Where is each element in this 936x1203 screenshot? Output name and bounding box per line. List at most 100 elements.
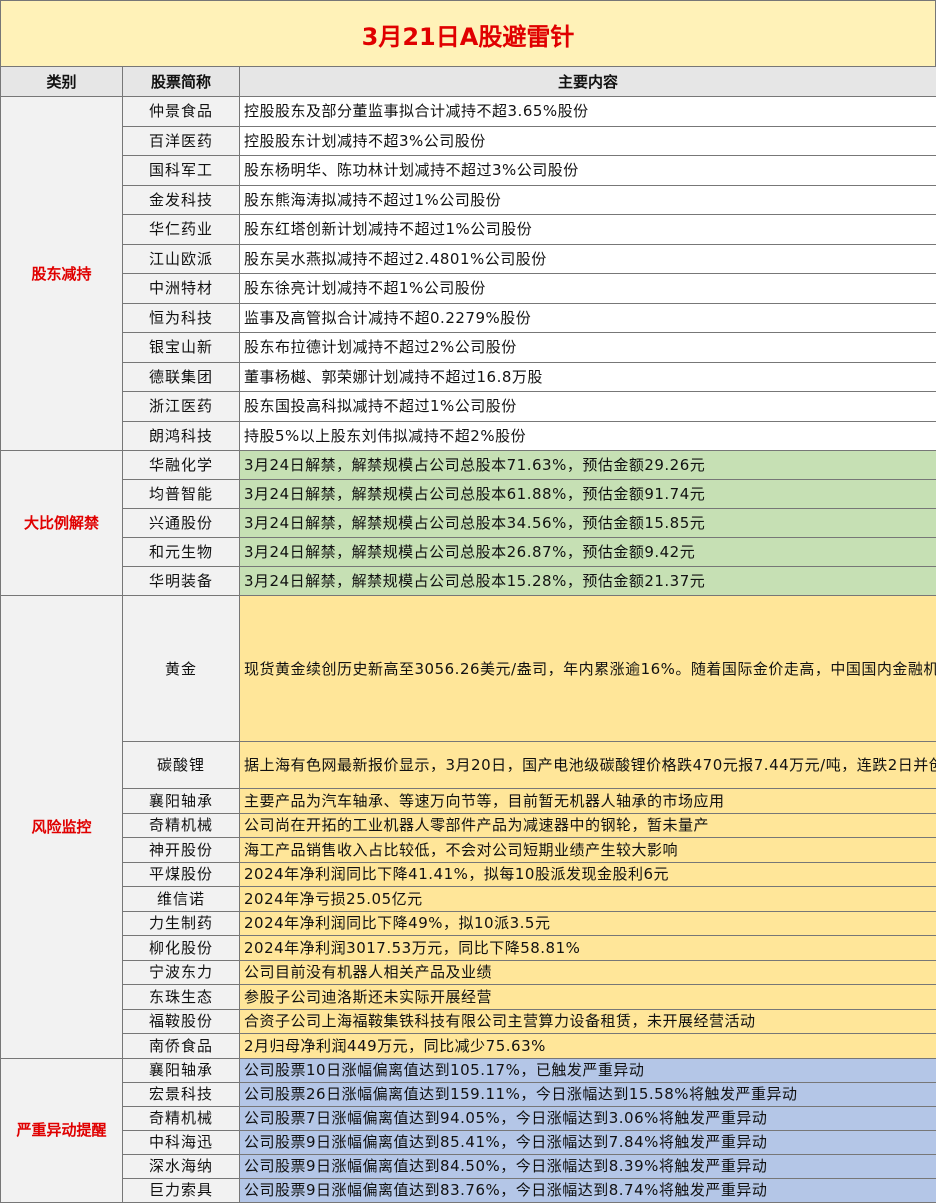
content-cell: 股东布拉德计划减持不超过2%公司股份: [240, 333, 936, 363]
stock-name-cell: 维信诺: [123, 887, 240, 912]
stock-name-cell: 朗鸿科技: [123, 421, 240, 451]
stock-name-cell: 襄阳轴承: [123, 789, 240, 814]
table-row: 德联集团董事杨樾、郭荣娜计划减持不超过16.8万股: [1, 362, 936, 392]
table-row: 风险监控黄金现货黄金续创历史新高至3056.26美元/盎司，年内累涨逾16%。随…: [1, 596, 936, 742]
content-cell: 2024年净利润3017.53万元，同比下降58.81%: [240, 936, 936, 961]
stock-name-cell: 巨力索具: [123, 1178, 240, 1202]
stock-name-cell: 浙江医药: [123, 392, 240, 422]
category-cell: 大比例解禁: [1, 451, 123, 596]
category-cell: 股东减持: [1, 97, 123, 451]
stock-table: 类别 股票简称 主要内容 股东减持仲景食品控股股东及部分董监事拟合计减持不超3.…: [0, 66, 936, 1203]
content-cell: 合资子公司上海福鞍集铁科技有限公司主营算力设备租赁，未开展经营活动: [240, 1009, 936, 1034]
table-row: 浙江医药股东国投高科拟减持不超过1%公司股份: [1, 392, 936, 422]
content-cell: 持股5%以上股东刘伟拟减持不超2%股份: [240, 421, 936, 451]
table-row: 南侨食品2月归母净利润449万元，同比减少75.63%: [1, 1034, 936, 1059]
stock-name-cell: 兴通股份: [123, 509, 240, 538]
content-cell: 2024年净利润同比下降41.41%，拟每10股派发现金股利6元: [240, 862, 936, 887]
table-row: 股东减持仲景食品控股股东及部分董监事拟合计减持不超3.65%股份: [1, 97, 936, 127]
table-row: 维信诺2024年净亏损25.05亿元: [1, 887, 936, 912]
page-title: 3月21日A股避雷针: [0, 0, 936, 68]
table-row: 奇精机械公司股票7日涨幅偏离值达到94.05%，今日涨幅达到3.06%将触发严重…: [1, 1106, 936, 1130]
content-cell: 据上海有色网最新报价显示，3月20日，国产电池级碳酸锂价格跌470元报7.44万…: [240, 742, 936, 789]
table-row: 华明装备3月24日解禁，解禁规模占公司总股本15.28%，预估金额21.37元: [1, 567, 936, 596]
stock-name-cell: 华仁药业: [123, 215, 240, 245]
stock-name-cell: 神开股份: [123, 838, 240, 863]
content-cell: 公司股票9日涨幅偏离值达到85.41%，今日涨幅达到7.84%将触发严重异动: [240, 1130, 936, 1154]
stock-name-cell: 深水海纳: [123, 1154, 240, 1178]
stock-name-cell: 平煤股份: [123, 862, 240, 887]
stock-name-cell: 恒为科技: [123, 303, 240, 333]
stock-name-cell: 德联集团: [123, 362, 240, 392]
stock-name-cell: 华融化学: [123, 451, 240, 480]
content-cell: 股东徐亮计划减持不超1%公司股份: [240, 274, 936, 304]
table-row: 大比例解禁华融化学3月24日解禁，解禁规模占公司总股本71.63%，预估金额29…: [1, 451, 936, 480]
table-row: 均普智能3月24日解禁，解禁规模占公司总股本61.88%，预估金额91.74元: [1, 480, 936, 509]
table-row: 朗鸿科技持股5%以上股东刘伟拟减持不超2%股份: [1, 421, 936, 451]
content-cell: 股东国投高科拟减持不超过1%公司股份: [240, 392, 936, 422]
stock-name-cell: 奇精机械: [123, 813, 240, 838]
stock-name-cell: 福鞍股份: [123, 1009, 240, 1034]
header-category: 类别: [1, 67, 123, 97]
stock-name-cell: 襄阳轴承: [123, 1058, 240, 1082]
content-cell: 参股子公司迪洛斯还未实际开展经营: [240, 985, 936, 1010]
table-row: 百洋医药控股股东计划减持不超3%公司股份: [1, 126, 936, 156]
content-cell: 公司尚在开拓的工业机器人零部件产品为减速器中的钢轮，暂未量产: [240, 813, 936, 838]
stock-name-cell: 中洲特材: [123, 274, 240, 304]
content-cell: 3月24日解禁，解禁规模占公司总股本71.63%，预估金额29.26元: [240, 451, 936, 480]
page: 3月21日A股避雷针 类别 股票简称 主要内容 股东减持仲景食品控股股东及部分董…: [0, 0, 936, 1199]
stock-name-cell: 华明装备: [123, 567, 240, 596]
table-row: 宁波东力公司目前没有机器人相关产品及业绩: [1, 960, 936, 985]
content-cell: 主要产品为汽车轴承、等速万向节等，目前暂无机器人轴承的市场应用: [240, 789, 936, 814]
table-row: 金发科技股东熊海涛拟减持不超过1%公司股份: [1, 185, 936, 215]
content-cell: 公司股票9日涨幅偏离值达到83.76%，今日涨幅达到8.74%将触发严重异动: [240, 1178, 936, 1202]
category-cell: 严重异动提醒: [1, 1058, 123, 1202]
table-row: 和元生物3月24日解禁，解禁规模占公司总股本26.87%，预估金额9.42元: [1, 538, 936, 567]
table-row: 柳化股份2024年净利润3017.53万元，同比下降58.81%: [1, 936, 936, 961]
table-row: 国科军工股东杨明华、陈功林计划减持不超过3%公司股份: [1, 156, 936, 186]
stock-name-cell: 东珠生态: [123, 985, 240, 1010]
table-row: 江山欧派股东吴水燕拟减持不超过2.4801%公司股份: [1, 244, 936, 274]
stock-name-cell: 金发科技: [123, 185, 240, 215]
content-cell: 3月24日解禁，解禁规模占公司总股本26.87%，预估金额9.42元: [240, 538, 936, 567]
table-row: 严重异动提醒襄阳轴承公司股票10日涨幅偏离值达到105.17%，已触发严重异动: [1, 1058, 936, 1082]
content-cell: 监事及高管拟合计减持不超0.2279%股份: [240, 303, 936, 333]
table-row: 巨力索具公司股票9日涨幅偏离值达到83.76%，今日涨幅达到8.74%将触发严重…: [1, 1178, 936, 1202]
table-row: 襄阳轴承主要产品为汽车轴承、等速万向节等，目前暂无机器人轴承的市场应用: [1, 789, 936, 814]
stock-name-cell: 百洋医药: [123, 126, 240, 156]
content-cell: 2月归母净利润449万元，同比减少75.63%: [240, 1034, 936, 1059]
stock-name-cell: 和元生物: [123, 538, 240, 567]
stock-name-cell: 力生制药: [123, 911, 240, 936]
stock-name-cell: 中科海迅: [123, 1130, 240, 1154]
content-cell: 2024年净亏损25.05亿元: [240, 887, 936, 912]
table-row: 恒为科技监事及高管拟合计减持不超0.2279%股份: [1, 303, 936, 333]
content-cell: 股东熊海涛拟减持不超过1%公司股份: [240, 185, 936, 215]
content-cell: 股东吴水燕拟减持不超过2.4801%公司股份: [240, 244, 936, 274]
content-cell: 董事杨樾、郭荣娜计划减持不超过16.8万股: [240, 362, 936, 392]
content-cell: 公司股票10日涨幅偏离值达到105.17%，已触发严重异动: [240, 1058, 936, 1082]
content-cell: 公司目前没有机器人相关产品及业绩: [240, 960, 936, 985]
content-cell: 3月24日解禁，解禁规模占公司总股本34.56%，预估金额15.85元: [240, 509, 936, 538]
content-cell: 现货黄金续创历史新高至3056.26美元/盎司，年内累涨逾16%。随着国际金价走…: [240, 596, 936, 742]
content-cell: 3月24日解禁，解禁规模占公司总股本15.28%，预估金额21.37元: [240, 567, 936, 596]
stock-name-cell: 宁波东力: [123, 960, 240, 985]
content-cell: 公司股票9日涨幅偏离值达到84.50%，今日涨幅达到8.39%将触发严重异动: [240, 1154, 936, 1178]
table-row: 中科海迅公司股票9日涨幅偏离值达到85.41%，今日涨幅达到7.84%将触发严重…: [1, 1130, 936, 1154]
table-row: 中洲特材股东徐亮计划减持不超1%公司股份: [1, 274, 936, 304]
category-cell: 风险监控: [1, 596, 123, 1059]
content-cell: 公司股票7日涨幅偏离值达到94.05%，今日涨幅达到3.06%将触发严重异动: [240, 1106, 936, 1130]
table-row: 碳酸锂据上海有色网最新报价显示，3月20日，国产电池级碳酸锂价格跌470元报7.…: [1, 742, 936, 789]
content-cell: 公司股票26日涨幅偏离值达到159.11%，今日涨幅达到15.58%将触发严重异…: [240, 1082, 936, 1106]
stock-name-cell: 江山欧派: [123, 244, 240, 274]
table-row: 力生制药2024年净利润同比下降49%，拟10派3.5元: [1, 911, 936, 936]
content-cell: 2024年净利润同比下降49%，拟10派3.5元: [240, 911, 936, 936]
table-row: 银宝山新股东布拉德计划减持不超过2%公司股份: [1, 333, 936, 363]
table-row: 东珠生态参股子公司迪洛斯还未实际开展经营: [1, 985, 936, 1010]
stock-name-cell: 国科军工: [123, 156, 240, 186]
stock-name-cell: 宏景科技: [123, 1082, 240, 1106]
content-cell: 海工产品销售收入占比较低，不会对公司短期业绩产生较大影响: [240, 838, 936, 863]
content-cell: 控股股东及部分董监事拟合计减持不超3.65%股份: [240, 97, 936, 127]
stock-name-cell: 奇精机械: [123, 1106, 240, 1130]
stock-name-cell: 均普智能: [123, 480, 240, 509]
table-row: 兴通股份3月24日解禁，解禁规模占公司总股本34.56%，预估金额15.85元: [1, 509, 936, 538]
table-row: 深水海纳公司股票9日涨幅偏离值达到84.50%，今日涨幅达到8.39%将触发严重…: [1, 1154, 936, 1178]
